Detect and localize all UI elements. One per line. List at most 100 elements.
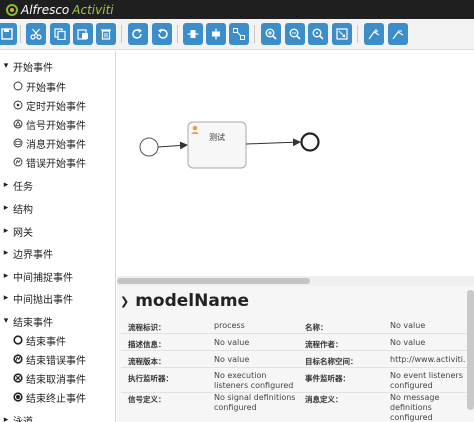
item-label: 结束终止事件	[26, 393, 86, 405]
bendpoint-remove-button[interactable]	[388, 23, 408, 45]
alfresco-logo-icon	[6, 3, 18, 16]
prop-value[interactable]: No value	[214, 338, 249, 348]
caret-right-icon: ▸	[3, 271, 9, 281]
palette-item-start-event[interactable]: 开始事件	[13, 77, 66, 95]
activiti-modeler: Alfresco Activiti ▾ 开始事件 开始事件 定时开始事件 信号开…	[0, 0, 474, 422]
bendpoint-add-button[interactable]	[364, 23, 384, 45]
end-error-icon	[13, 354, 23, 364]
bendpoint-remove-icon	[392, 30, 404, 40]
palette-group-boundary-events[interactable]: ▸ 边界事件	[0, 244, 116, 262]
prop-label: 事件监听器：	[305, 374, 350, 383]
palette-item-end-terminate-event[interactable]: 结束终止事件	[13, 388, 86, 406]
prop-label: 信号定义：	[128, 395, 166, 404]
cut-button[interactable]	[26, 23, 46, 45]
logo: Alfresco Activiti	[6, 0, 114, 19]
palette-group-gateways[interactable]: ▸ 网关	[0, 222, 116, 240]
prop-value[interactable]: No value	[390, 338, 425, 348]
shape-palette: ▾ 开始事件 开始事件 定时开始事件 信号开始事件 消息开始事件 错误开始事件 …	[0, 51, 116, 422]
brand-activiti: Activiti	[72, 2, 114, 17]
align-horizontal-button[interactable]	[183, 23, 203, 45]
sequence-flow[interactable]	[245, 138, 301, 147]
caret-right-icon: ▸	[3, 203, 9, 213]
item-label: 开始事件	[26, 82, 66, 94]
prop-value[interactable]: http://www.activiti.	[390, 355, 466, 365]
palette-group-swimlanes[interactable]: ▸ 泳道	[0, 411, 116, 422]
undo-button[interactable]	[152, 23, 172, 45]
zoom-out-button[interactable]	[285, 23, 305, 45]
palette-group-tasks[interactable]: ▸ 任务	[0, 176, 116, 194]
save-icon	[1, 28, 13, 40]
chevron-down-icon: ❯	[120, 294, 130, 308]
prop-label: 流程版本：	[128, 357, 166, 366]
properties-panel: ❯ modelName 流程标识： process 名称： No value 描…	[117, 286, 474, 422]
prop-label: 名称：	[305, 323, 328, 332]
save-button[interactable]	[0, 23, 17, 45]
palette-item-end-error-event[interactable]: 结束错误事件	[13, 350, 86, 368]
prop-label: 描述信息：	[128, 340, 166, 349]
properties-scrollbar[interactable]	[467, 290, 474, 410]
row-divider	[121, 350, 471, 351]
prop-value[interactable]: process	[214, 321, 245, 331]
scrollbar-thumb[interactable]	[117, 278, 310, 284]
zoom-fit-icon	[336, 28, 348, 40]
delete-icon	[101, 29, 111, 40]
delete-button[interactable]	[96, 23, 116, 45]
palette-group-start-events[interactable]: ▾ 开始事件	[0, 57, 116, 75]
item-label: 定时开始事件	[26, 101, 86, 113]
prop-label: 目标名称空间：	[305, 357, 358, 366]
group-label: 开始事件	[13, 62, 53, 74]
start-event[interactable]	[139, 137, 159, 157]
start-event-icon	[13, 81, 23, 91]
prop-value[interactable]: No signal definitions configured	[214, 393, 300, 413]
error-start-icon	[13, 157, 23, 167]
item-label: 结束取消事件	[26, 374, 86, 386]
palette-group-end-events[interactable]: ▾ 结束事件	[0, 312, 116, 330]
prop-value[interactable]: No value	[390, 321, 425, 331]
model-name: modelName	[135, 291, 250, 311]
palette-group-intermediate-throw[interactable]: ▸ 中间抛出事件	[0, 289, 116, 307]
palette-item-end-cancel-event[interactable]: 结束取消事件	[13, 369, 86, 387]
connect-icon	[233, 28, 245, 40]
brand-alfresco: Alfresco	[21, 2, 70, 17]
zoom-out-icon	[289, 28, 301, 40]
align-vertical-icon	[212, 28, 220, 40]
align-vertical-button[interactable]	[206, 23, 226, 45]
prop-value[interactable]: No event listeners configured	[390, 371, 470, 391]
process-diagram	[139, 121, 320, 169]
paste-button[interactable]	[73, 23, 93, 45]
end-event[interactable]	[300, 132, 320, 152]
zoom-in-icon	[265, 28, 277, 40]
connect-button[interactable]	[229, 23, 249, 45]
diagram-canvas[interactable]	[117, 51, 474, 276]
palette-item-message-start-event[interactable]: 消息开始事件	[13, 134, 86, 152]
canvas-horizontal-scrollbar[interactable]	[117, 276, 474, 286]
palette-group-structural[interactable]: ▸ 结构	[0, 199, 116, 217]
zoom-actual-button[interactable]	[308, 23, 328, 45]
sequence-flow[interactable]	[157, 141, 188, 150]
palette-item-signal-start-event[interactable]: 信号开始事件	[13, 115, 86, 133]
zoom-fit-button[interactable]	[332, 23, 352, 45]
palette-item-error-start-event[interactable]: 错误开始事件	[13, 153, 86, 171]
copy-button[interactable]	[50, 23, 70, 45]
toolbar	[0, 19, 474, 50]
caret-right-icon: ▸	[3, 293, 9, 303]
palette-group-intermediate-catch[interactable]: ▸ 中间捕捉事件	[0, 267, 116, 285]
caret-right-icon: ▸	[3, 415, 9, 422]
group-label: 网关	[13, 227, 33, 239]
row-divider	[121, 367, 471, 368]
properties-title[interactable]: ❯ modelName	[120, 290, 249, 312]
prop-value[interactable]: No value	[214, 355, 249, 365]
prop-value[interactable]: No execution listeners configured	[214, 371, 300, 391]
prop-label: 流程作者：	[305, 340, 343, 349]
cut-icon	[30, 28, 42, 40]
zoom-in-button[interactable]	[261, 23, 281, 45]
prop-value[interactable]: No message definitions configured	[390, 393, 470, 422]
toolbar-separator	[357, 25, 358, 43]
app-header: Alfresco Activiti	[0, 0, 474, 19]
redo-button[interactable]	[128, 23, 148, 45]
palette-item-end-event[interactable]: 结束事件	[13, 331, 66, 349]
palette-item-timer-start-event[interactable]: 定时开始事件	[13, 96, 86, 114]
prop-label: 执行监听器：	[128, 374, 173, 383]
redo-icon	[132, 28, 142, 39]
group-label: 中间捕捉事件	[13, 272, 73, 284]
